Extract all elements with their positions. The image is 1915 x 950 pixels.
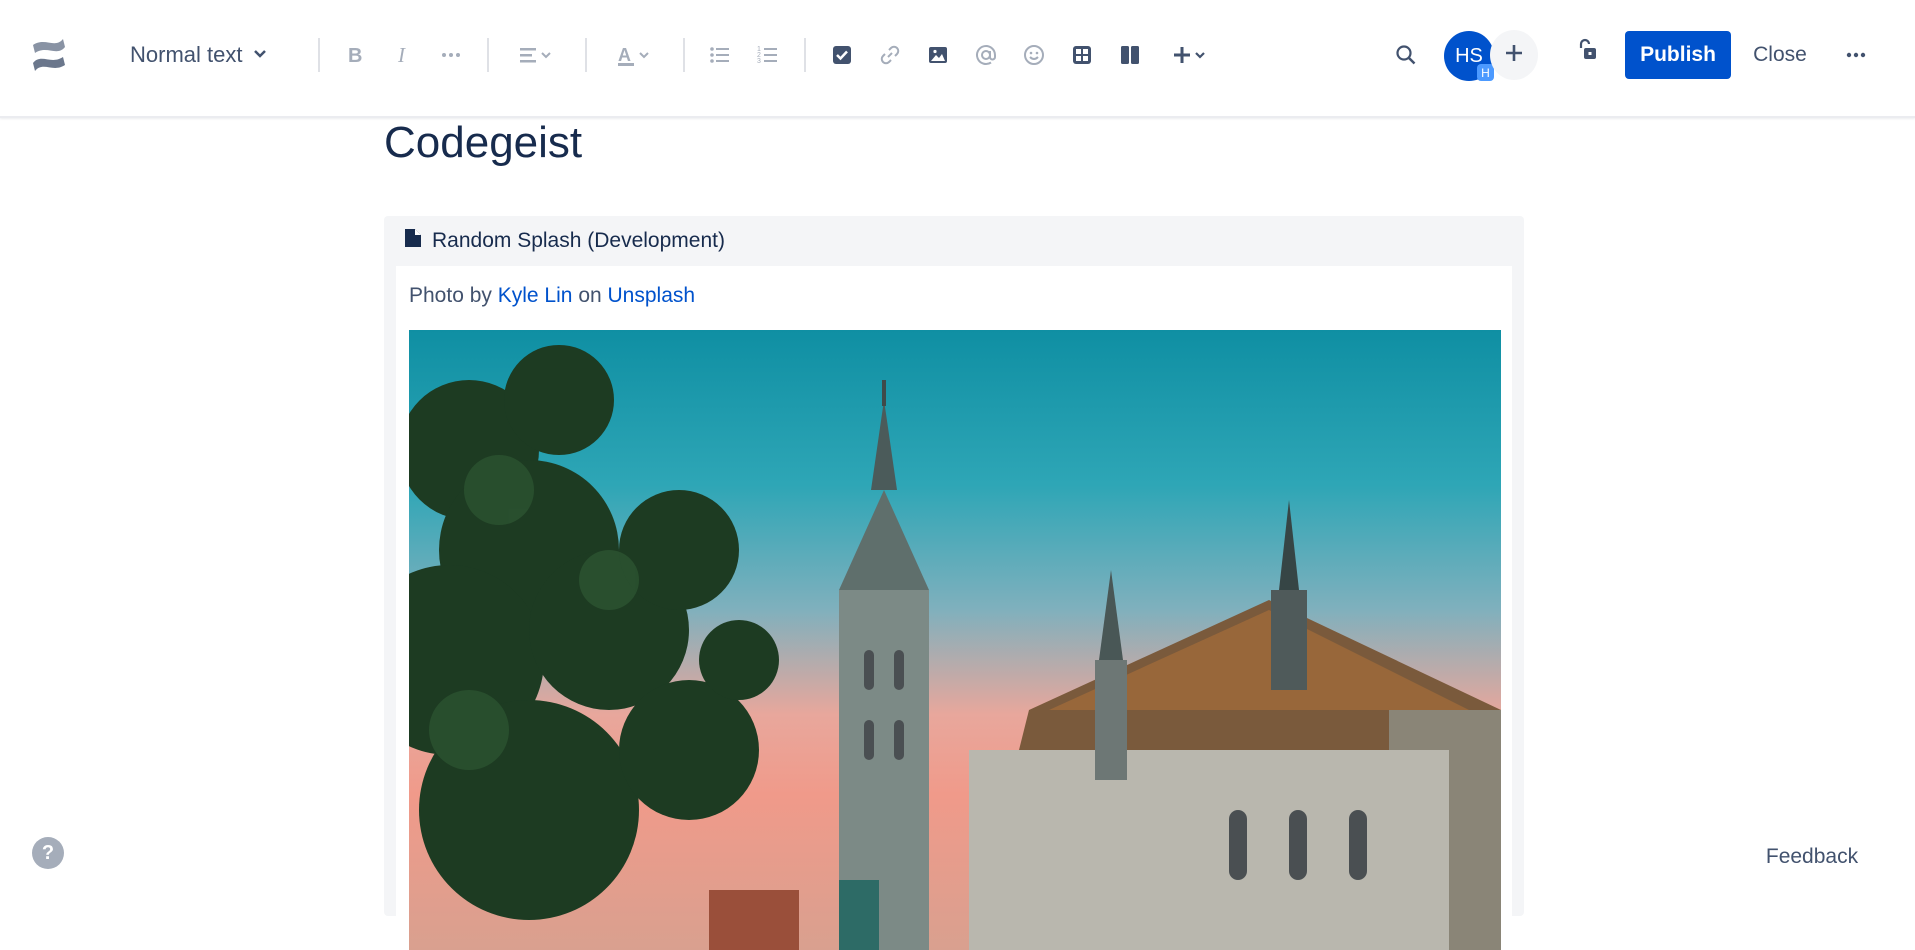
toolbar-divider	[683, 38, 685, 72]
macro-header: Random Splash (Development)	[404, 228, 725, 254]
publish-button[interactable]: Publish	[1625, 31, 1731, 79]
mention-icon[interactable]	[966, 35, 1006, 75]
text-color-icon[interactable]: A	[606, 35, 662, 75]
svg-text:3: 3	[757, 58, 761, 65]
photo-credit: Photo by Kyle Lin on Unsplash	[409, 284, 695, 308]
align-icon[interactable]	[508, 35, 564, 75]
text-style-dropdown[interactable]: Normal text	[118, 33, 280, 77]
splash-image	[409, 330, 1501, 950]
close-button[interactable]: Close	[1740, 31, 1820, 79]
toolbar-divider	[585, 38, 587, 72]
credit-mid: on	[578, 284, 602, 307]
random-splash-macro[interactable]: Random Splash (Development) Photo by Kyl…	[384, 216, 1524, 950]
invite-button[interactable]	[1490, 30, 1538, 80]
plus-icon	[1502, 41, 1526, 70]
document-icon	[404, 228, 422, 254]
toolbar-divider	[318, 38, 320, 72]
table-icon[interactable]	[1062, 35, 1102, 75]
toolbar-divider	[487, 38, 489, 72]
text-style-label: Normal text	[130, 42, 243, 67]
link-icon[interactable]	[870, 35, 910, 75]
italic-icon[interactable]: I	[383, 35, 423, 75]
toolbar-divider	[804, 38, 806, 72]
svg-text:I: I	[397, 43, 406, 67]
svg-text:A: A	[618, 45, 631, 65]
bullet-list-icon[interactable]	[700, 35, 740, 75]
editor-toolbar: Normal text B I A 123 HS H Publish Close	[0, 0, 1915, 118]
author-link[interactable]: Kyle Lin	[498, 284, 573, 307]
avatar-badge: H	[1477, 64, 1494, 81]
search-icon[interactable]	[1386, 35, 1426, 75]
svg-text:B: B	[348, 45, 362, 67]
unsplash-link[interactable]: Unsplash	[608, 284, 696, 307]
chevron-down-icon	[252, 42, 268, 68]
page-title[interactable]: Codegeist	[384, 118, 582, 168]
macro-title: Random Splash (Development)	[432, 229, 725, 252]
bold-icon[interactable]: B	[335, 35, 375, 75]
emoji-icon[interactable]	[1014, 35, 1054, 75]
more-formatting-icon[interactable]	[431, 35, 471, 75]
unlock-icon[interactable]	[1567, 30, 1607, 70]
help-button[interactable]: ?	[32, 837, 64, 869]
macro-body: Photo by Kyle Lin on Unsplash	[396, 266, 1512, 950]
insert-icon[interactable]	[1162, 35, 1218, 75]
numbered-list-icon[interactable]: 123	[748, 35, 788, 75]
action-item-icon[interactable]	[822, 35, 862, 75]
feedback-button[interactable]: Feedback	[1754, 832, 1870, 882]
credit-prefix: Photo by	[409, 284, 492, 307]
more-icon[interactable]	[1836, 35, 1876, 75]
confluence-logo[interactable]	[24, 30, 74, 80]
layout-icon[interactable]	[1110, 35, 1150, 75]
image-icon[interactable]	[918, 35, 958, 75]
